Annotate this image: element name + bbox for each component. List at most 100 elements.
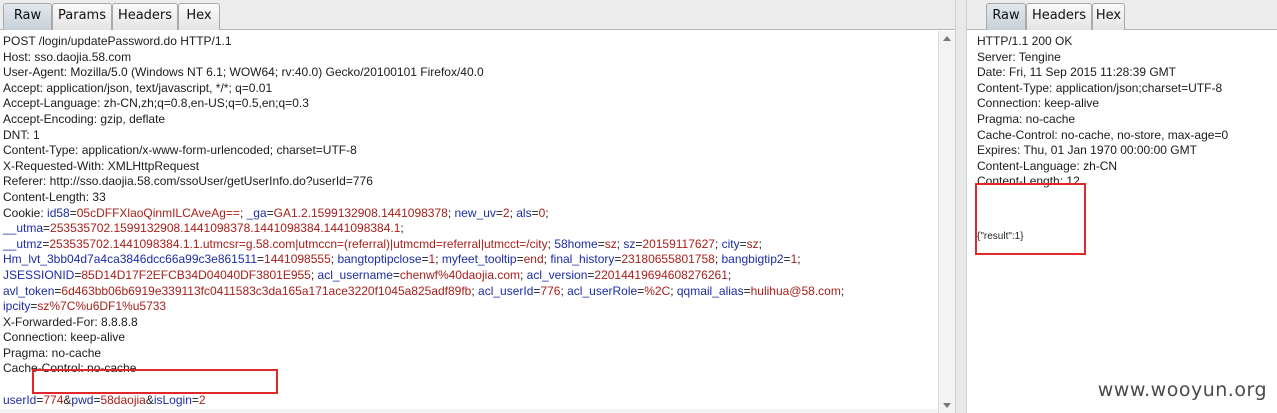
- response-tab-headers[interactable]: Headers: [1026, 3, 1092, 30]
- request-text-segment: =: [495, 205, 503, 220]
- response-tab-hex[interactable]: Hex: [1092, 3, 1125, 30]
- request-text-segment: ;: [797, 252, 801, 267]
- request-text-segment: ;: [714, 236, 722, 251]
- pane-splitter[interactable]: [955, 0, 967, 413]
- param-value: 774: [43, 392, 64, 407]
- request-text-segment: ;: [840, 283, 845, 298]
- param-value: 253535702.1441098384.1.1.utmcsr=g.58.com…: [49, 236, 548, 251]
- param-key: bangbigtip2: [721, 252, 784, 267]
- request-text-segment: DNT: 1: [3, 127, 40, 142]
- param-value: 6d463bb06b6919e339113fc0411583c3da165a17…: [61, 283, 472, 298]
- request-text-segment: ;: [447, 205, 455, 220]
- param-value: end: [523, 252, 544, 267]
- request-line: Connection: keep-alive: [3, 330, 844, 346]
- request-editor[interactable]: POST /login/updatePassword.do HTTP/1.1 Ho…: [0, 31, 955, 413]
- request-text-segment: Pragma: no-cache: [3, 345, 102, 360]
- param-value: 05cDFFXlaoQinmILCAveAg==: [76, 205, 240, 220]
- request-line: avl_token = 6d463bb06b6919e339113fc0411583…: [3, 284, 844, 300]
- request-text-segment: =: [392, 267, 400, 282]
- param-value: 2: [198, 392, 206, 407]
- response-tab-raw[interactable]: Raw: [986, 3, 1026, 30]
- param-value: 23180655801758: [621, 252, 715, 267]
- current-line-highlight: [0, 409, 938, 413]
- scroll-up-arrow-icon[interactable]: [943, 36, 951, 41]
- response-highlight-box: [975, 183, 1086, 255]
- param-key: isLogin: [153, 392, 192, 407]
- request-text-segment: =: [743, 283, 751, 298]
- param-key: Hm_lvt_3bb04d7a4ca3846dcc66a99c3e861511: [3, 252, 257, 267]
- request-text-segment: =: [739, 236, 747, 251]
- request-scrollbar[interactable]: [938, 31, 955, 413]
- param-value: %2C: [644, 283, 671, 298]
- param-key: JSESSIONID: [3, 267, 75, 282]
- response-line: Content-Type: application/json;charset=U…: [977, 80, 1223, 95]
- response-line: HTTP/1.1 200 OK: [977, 34, 1073, 48]
- request-line: DNT: 1: [3, 128, 844, 144]
- param-key: sz: [623, 236, 636, 251]
- param-key: final_history: [550, 252, 615, 267]
- param-value: sz%7C%u6DF1%u5733: [37, 299, 167, 314]
- request-text-segment: Accept: application/json, text/javascrip…: [3, 80, 273, 95]
- request-text-segment: Connection: keep-alive: [3, 330, 126, 345]
- request-line: __utmz = 253535702.1441098384.1.1.utmcsr=g…: [3, 237, 844, 253]
- request-highlight-box: [32, 369, 278, 394]
- param-key: pwd: [71, 392, 94, 407]
- request-text-segment: =: [516, 252, 524, 267]
- request-text-segment: Content-Length: 33: [3, 189, 106, 204]
- request-text: POST /login/updatePassword.do HTTP/1.1 Ho…: [3, 34, 844, 408]
- request-line: __utma=253535702.1599132908.1441098378.1…: [3, 221, 844, 237]
- request-text-segment: ;: [310, 267, 318, 282]
- param-value: sz: [604, 236, 617, 251]
- request-text-segment: &: [145, 392, 154, 407]
- request-text-segment: Cookie:: [3, 205, 48, 220]
- response-tabbar: Raw Headers Hex: [967, 0, 1277, 30]
- param-key: acl_userId: [478, 283, 534, 298]
- request-line: POST /login/updatePassword.do HTTP/1.1: [3, 34, 844, 50]
- request-text-segment: X-Requested-With: XMLHttpRequest: [3, 158, 200, 173]
- param-key: myfeet_tooltip: [441, 252, 517, 267]
- request-line: Pragma: no-cache: [3, 346, 844, 362]
- request-text-segment: ;: [520, 267, 527, 282]
- request-text-segment: Accept-Encoding: gzip, deflate: [3, 111, 166, 126]
- request-text-segment: ;: [400, 221, 404, 236]
- param-value: chenwf%40daojia.com: [399, 267, 520, 282]
- request-line: User-Agent: Mozilla/5.0 (Windows NT 6.1;…: [3, 65, 844, 81]
- param-value: 85D14D17F2EFCB34D04040DF3801E955: [81, 267, 311, 282]
- request-pane: Raw Params Headers Hex POST /login/updat…: [0, 0, 955, 413]
- request-text-segment: =: [783, 252, 791, 267]
- param-value: hulihua@58.com: [750, 283, 841, 298]
- param-value: 20159117627: [642, 236, 715, 251]
- response-text: HTTP/1.1 200 OK Server: Tengine Date: Fri,…: [977, 34, 1228, 190]
- param-key: 58home: [554, 236, 598, 251]
- request-tab-params[interactable]: Params: [52, 3, 112, 30]
- request-text-segment: =: [531, 205, 539, 220]
- request-line: X-Forwarded-For: 8.8.8.8: [3, 315, 844, 331]
- request-text-segment: =: [266, 205, 274, 220]
- param-key: _ga: [246, 205, 267, 220]
- request-line: ipcity=sz%7C%u6DF1%u5733: [3, 299, 844, 315]
- request-tab-hex[interactable]: Hex: [178, 3, 220, 30]
- param-value: 2: [502, 205, 510, 220]
- param-value: sz: [746, 236, 759, 251]
- request-line: Content-Type: application/x-www-form-url…: [3, 143, 844, 159]
- param-key: __utma: [3, 221, 44, 236]
- param-value: 58daojia: [100, 392, 146, 407]
- response-line: Server: Tengine: [977, 49, 1061, 64]
- request-text-segment: ;: [758, 236, 762, 251]
- param-key: city: [721, 236, 740, 251]
- request-tab-raw[interactable]: Raw: [3, 3, 52, 30]
- scroll-down-arrow-icon[interactable]: [943, 403, 951, 408]
- param-value: 1441098555: [264, 252, 331, 267]
- request-text-segment: =: [43, 221, 51, 236]
- param-key: bangtoptipclose: [337, 252, 422, 267]
- response-line: Pragma: no-cache: [977, 111, 1076, 126]
- param-value: GA1.2.1599132908.1441098378: [273, 205, 448, 220]
- param-key: id58: [47, 205, 70, 220]
- request-line: JSESSIONID = 85D14D17F2EFCB34D04040DF3801E…: [3, 268, 844, 284]
- request-text-segment: Host: sso.daojia.58.com: [3, 49, 132, 64]
- param-key: als: [516, 205, 532, 220]
- request-text-segment: ;: [239, 205, 247, 220]
- request-tab-headers[interactable]: Headers: [112, 3, 178, 30]
- response-line: Expires: Thu, 01 Jan 1970 00:00:00 GMT: [977, 143, 1197, 158]
- request-line: Accept-Encoding: gzip, deflate: [3, 112, 844, 128]
